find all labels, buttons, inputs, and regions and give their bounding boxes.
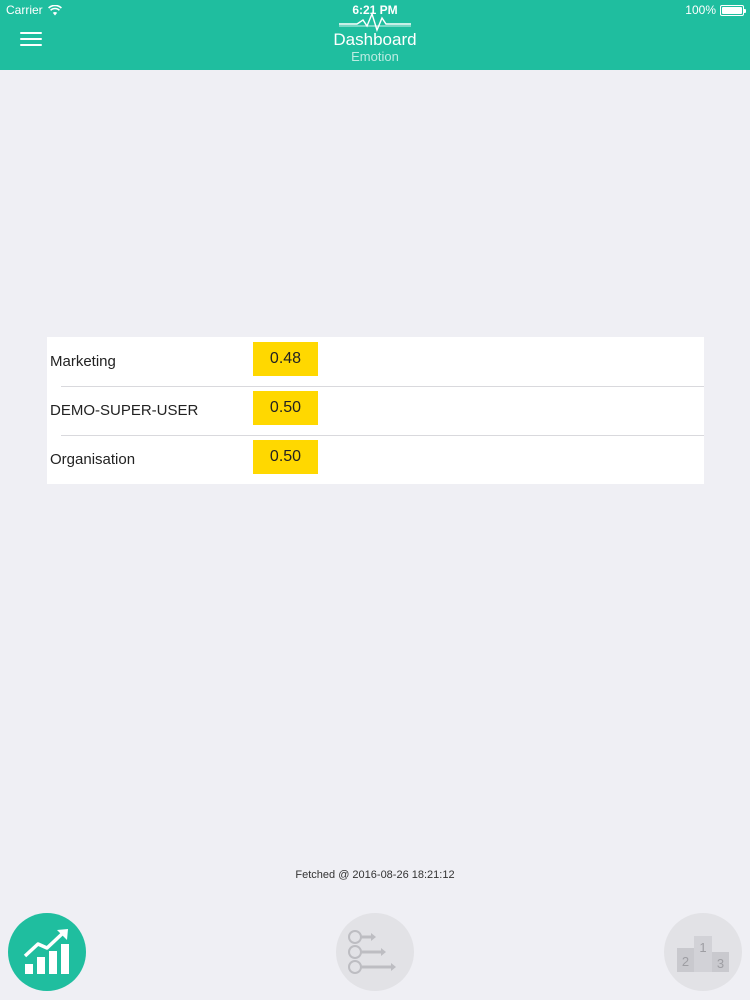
tab-ranked-list[interactable] [336,913,414,991]
podium-label-third: 3 [717,956,724,971]
score-badge: 0.50 [253,440,318,474]
podium-icon: 2 1 3 [677,936,729,972]
scores-table: Marketing 0.48 DEMO-SUPER-USER 0.50 Orga… [47,337,704,484]
score-label: Marketing [50,353,116,370]
score-badge: 0.50 [253,391,318,425]
nav-title-block: Dashboard Emotion [0,12,750,64]
podium-label-first: 1 [699,940,706,955]
trend-chart-icon [23,929,69,974]
table-row[interactable]: Organisation 0.50 [47,435,704,484]
pulse-logo-icon [339,12,411,32]
table-row[interactable]: DEMO-SUPER-USER 0.50 [47,386,704,435]
score-badge: 0.48 [253,342,318,376]
page-subtitle: Emotion [351,49,399,64]
top-bar: Carrier 6:21 PM 100% Dashboard Emotion [0,0,750,70]
score-label: DEMO-SUPER-USER [50,402,199,419]
tab-podium[interactable]: 2 1 3 [664,913,742,991]
ranked-list-icon [348,930,396,974]
podium-label-second: 2 [682,954,689,969]
app-root: Carrier 6:21 PM 100% Dashboard Emotion M… [0,0,750,1000]
score-label: Organisation [50,451,136,468]
tab-trend[interactable] [8,913,86,991]
table-row[interactable]: Marketing 0.48 [47,337,704,386]
fetched-timestamp: Fetched @ 2016-08-26 18:21:12 [295,869,455,881]
page-title: Dashboard [333,30,417,49]
